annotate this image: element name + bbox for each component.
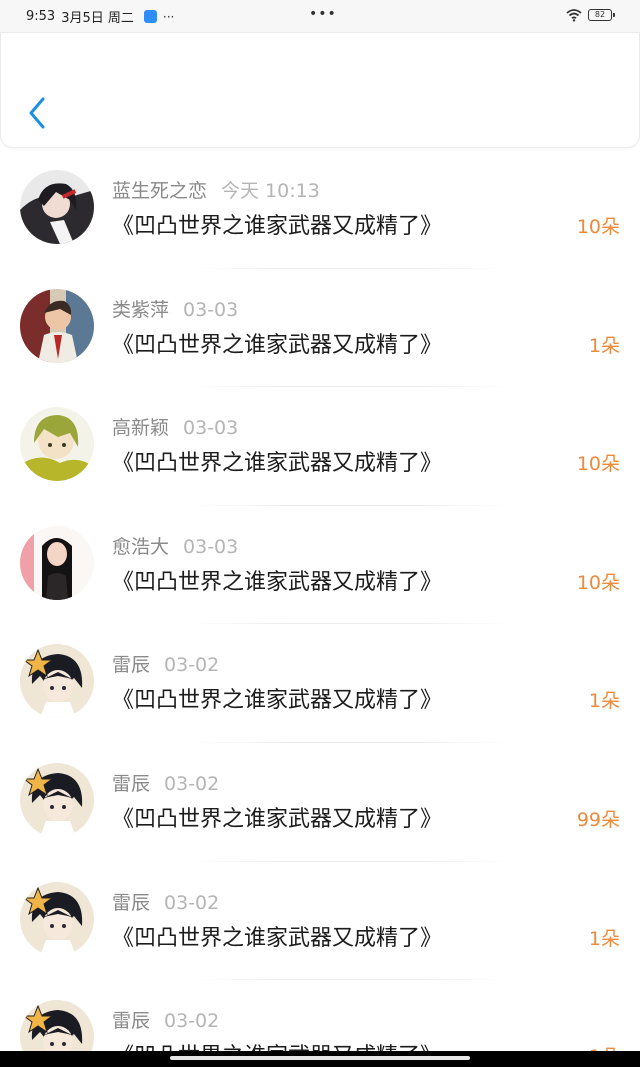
status-right: 82 [566,8,615,22]
list-item[interactable]: 高新颖 03-03 《凹凸世界之谁家武器又成精了》 10朵 [0,387,640,506]
book-title: 《凹凸世界之谁家武器又成精了》 [112,925,443,951]
list-item[interactable]: 类紫萍 03-03 《凹凸世界之谁家武器又成精了》 1朵 [0,269,640,388]
book-title: 《凹凸世界之谁家武器又成精了》 [112,688,443,714]
avatar[interactable] [20,644,94,719]
flower-amount: 10朵 [576,216,620,238]
book-title: 《凹凸世界之谁家武器又成精了》 [112,451,443,477]
sender-line: 雷辰 03-02 [112,769,219,796]
book-title: 《凹凸世界之谁家武器又成精了》 [112,214,443,239]
avatar-6-image [20,762,94,837]
sender-name: 雷辰 [112,772,151,795]
sender-line: 雷辰 03-02 [112,1006,219,1033]
avatar[interactable] [20,288,94,363]
chevron-left-icon [29,97,45,129]
list-item[interactable]: 雷辰 03-02 《凹凸世界之谁家武器又成精了》 99朵 [0,743,640,862]
book-title: 《凹凸世界之谁家武器又成精了》 [112,806,443,832]
avatar-7-image [20,881,94,956]
gift-date: 03-02 [164,654,220,677]
status-bar: 9:53 3月5日 周二 ··· ••• 82 [0,0,640,32]
gift-date: 03-03 [183,417,239,440]
flower-amount: 10朵 [576,453,620,476]
battery-icon: 82 [588,9,615,21]
home-indicator[interactable] [170,1056,470,1060]
gift-date: 03-02 [164,772,220,795]
sender-name: 类紫萍 [112,298,170,321]
sender-line: 愈浩大 03-03 [112,532,238,559]
avatar[interactable] [20,762,94,837]
sender-name: 蓝生死之恋 [112,180,208,202]
flower-amount: 1朵 [588,927,620,950]
avatar[interactable] [20,407,94,482]
top-app-bar [0,32,640,148]
sender-line: 高新颖 03-03 [112,413,238,440]
sender-name: 雷辰 [112,654,151,677]
sender-line: 雷辰 03-02 [112,888,219,915]
book-title: 《凹凸世界之谁家武器又成精了》 [112,569,443,595]
list-item[interactable]: 雷辰 03-02 《凹凸世界之谁家武器又成精了》 1朵 [0,624,640,743]
sender-line: 蓝生死之恋 今天 10:13 [112,176,320,203]
avatar-3-image [20,407,94,482]
flower-amount: 99朵 [576,808,620,831]
avatar-4-image [20,525,94,600]
avatar-2-image [20,288,94,363]
list-item[interactable]: 雷辰 03-02 《凹凸世界之谁家武器又成精了》 1朵 [0,862,640,981]
avatar[interactable] [20,170,94,244]
status-time: 9:53 [26,9,56,24]
gift-date: 03-03 [183,298,239,321]
flower-amount: 1朵 [588,690,620,713]
gift-date: 03-03 [183,535,239,558]
gift-date: 今天 10:13 [221,180,320,202]
avatar[interactable] [20,525,94,600]
wifi-icon [566,9,582,22]
book-title: 《凹凸世界之谁家武器又成精了》 [112,332,443,358]
sender-name: 雷辰 [112,891,151,914]
flower-amount: 1朵 [588,334,620,357]
avatar-5-image [20,644,94,719]
notification-app-icon [143,10,157,23]
sender-name: 愈浩大 [112,535,170,558]
sender-name: 高新颖 [112,417,170,440]
list-item[interactable]: 蓝生死之恋 今天 10:13 《凹凸世界之谁家武器又成精了》 10朵 [0,150,640,269]
status-left: 9:53 3月5日 周二 ··· [26,7,174,26]
avatar-1-image [20,170,94,244]
gift-date: 03-02 [164,891,220,914]
list-item[interactable]: 愈浩大 03-03 《凹凸世界之谁家武器又成精了》 10朵 [0,506,640,625]
avatar[interactable] [20,881,94,956]
sender-line: 雷辰 03-02 [112,650,219,677]
back-button[interactable] [23,95,51,131]
gift-date: 03-02 [164,1010,220,1033]
multitask-dots-icon[interactable]: ••• [309,6,337,22]
sender-line: 类紫萍 03-03 [112,295,238,322]
status-date: 3月5日 周二 [61,11,134,26]
sender-name: 雷辰 [112,1010,151,1033]
flower-amount: 10朵 [576,571,620,594]
status-more-indicator: ··· [162,9,175,24]
gift-record-list: 蓝生死之恋 今天 10:13 《凹凸世界之谁家武器又成精了》 10朵 类紫萍 03-… [0,150,640,1067]
